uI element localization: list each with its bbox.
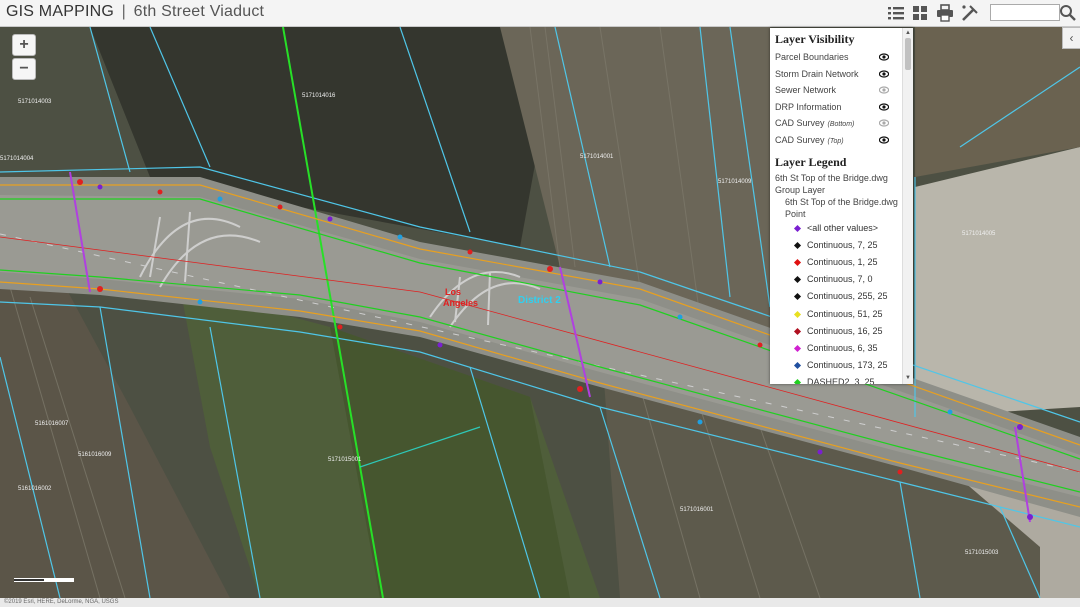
app-title-main: GIS MAPPING (6, 3, 114, 20)
app-title: GIS MAPPING | 6th Street Viaduct (6, 3, 264, 21)
legend-label: Continuous, 255, 25 (807, 291, 888, 302)
layer-row[interactable]: Parcel Boundaries (775, 49, 906, 66)
parcel-label-10: 5171016001 (680, 507, 714, 513)
legend-symbol-icon (793, 224, 802, 232)
zoom-out-button[interactable]: − (12, 58, 36, 80)
layer-panel-content: Layer Visibility Parcel Boundaries Storm … (770, 28, 906, 384)
legend-group-name: 6th St Top of the Bridge.dwg (775, 172, 888, 183)
layer-note: (Bottom) (827, 121, 855, 129)
title-separator: | (121, 3, 127, 20)
legend-item: Continuous, 16, 25 (775, 323, 906, 340)
measure-tool-icon[interactable] (960, 3, 980, 23)
scale-bar (14, 578, 74, 582)
layer-label: CAD Survey (775, 118, 825, 129)
legend-symbol-icon (793, 276, 802, 284)
legend-symbol-icon (793, 362, 802, 370)
attribution-footer: ©2019 Esri, HERE, DeLorme, NGA, USGS (0, 598, 1080, 607)
legend-symbol-icon (793, 241, 802, 249)
legend-list: <all other values> Continuous, 7, 25 Conti… (775, 220, 906, 384)
layer-panel: Layer Visibility Parcel Boundaries Storm … (770, 28, 913, 384)
legend-layer-name: 6th St Top of the Bridge.dwg Point (785, 196, 898, 219)
parcel-label-8: 5161016009 (78, 452, 112, 458)
legend-symbol-icon (793, 379, 802, 384)
layer-row[interactable]: Storm Drain Network (775, 66, 906, 83)
parcel-label-12: 5171015003 (965, 550, 999, 556)
page-subtitle: 6th Street Viaduct (133, 3, 265, 20)
panel-scrollbar[interactable]: ▲ ▼ (902, 28, 913, 384)
aerial-map[interactable]: Los Angeles District 2 5171014003 517101… (0, 27, 1080, 598)
legend-symbol-icon (793, 258, 802, 266)
parcel-label-5: 5171014009 (718, 179, 752, 185)
map-label-district: District 2 (518, 295, 561, 306)
legend-group-type: Group Layer (775, 184, 826, 195)
legend-symbol-icon (793, 344, 802, 352)
panel-collapse-button[interactable]: ‹ (1062, 27, 1080, 49)
map-label-los: Los (445, 287, 461, 297)
scroll-down-icon[interactable]: ▼ (904, 374, 912, 382)
parcel-label-2: 5171014004 (0, 156, 34, 162)
layer-visibility-heading: Layer Visibility (775, 32, 855, 46)
scroll-thumb[interactable] (905, 38, 911, 70)
layer-legend-heading: Layer Legend (775, 154, 847, 169)
legend-item: Continuous, 51, 25 (775, 306, 906, 323)
map-view[interactable]: Los Angeles District 2 5171014003 517101… (0, 27, 1080, 598)
parcel-label-1: 5171014003 (18, 99, 52, 105)
layer-note: (Top) (827, 137, 844, 145)
search-input[interactable] (990, 4, 1060, 21)
search-icon[interactable] (1058, 3, 1078, 23)
legend-item: Continuous, 7, 25 (775, 237, 906, 254)
layer-row[interactable]: CAD Survey (Bottom) (775, 115, 906, 132)
warehouse-roof-right (915, 147, 1080, 417)
layer-label: Sewer Network (775, 85, 837, 96)
top-bar: GIS MAPPING | 6th Street Viaduct (0, 0, 1080, 27)
zoom-in-button[interactable]: + (12, 34, 36, 56)
legend-label: DASHED2, 3, 25 (807, 377, 875, 384)
legend-item: Continuous, 173, 25 (775, 357, 906, 374)
legend-symbol-icon (793, 310, 802, 318)
scroll-up-icon[interactable]: ▲ (904, 29, 912, 37)
parcel-label-9: 5171015001 (328, 457, 362, 463)
legend-item: <all other values> (775, 220, 906, 237)
eye-visible-icon[interactable] (879, 69, 889, 78)
layer-row[interactable]: Sewer Network (775, 82, 906, 99)
legend-label: <all other values> (807, 222, 879, 233)
parcel-label-3: 5171014016 (302, 93, 336, 99)
layer-list: Parcel Boundaries Storm Drain Network Sewe… (775, 49, 906, 149)
eye-hidden-icon[interactable] (879, 119, 889, 127)
layer-row[interactable]: DRP Information (775, 99, 906, 116)
print-icon[interactable] (935, 3, 955, 23)
legend-item: Continuous, 7, 0 (775, 271, 906, 288)
legend-symbol-icon (793, 327, 802, 335)
legend-item: DASHED2, 3, 25 (775, 374, 906, 384)
layer-label: DRP Information (775, 101, 842, 112)
legend-symbol-icon (793, 293, 802, 301)
layer-label: Parcel Boundaries (775, 52, 849, 62)
eye-hidden-icon[interactable] (879, 86, 889, 94)
legend-label: Continuous, 51, 25 (807, 308, 883, 319)
layer-label: CAD Survey (775, 134, 825, 145)
eye-visible-icon[interactable] (879, 136, 889, 144)
legend-item: Continuous, 1, 25 (775, 254, 906, 271)
grid-icon[interactable] (910, 3, 930, 23)
legend-label: Continuous, 16, 25 (807, 325, 883, 336)
parcel-label-6: 5171014005 (962, 231, 996, 237)
legend-label: Continuous, 6, 35 (807, 342, 878, 353)
parcel-label-11: 5161016002 (18, 486, 52, 492)
parcel-label-7: 5161016007 (35, 421, 69, 427)
list-icon[interactable] (886, 3, 906, 23)
map-label-angeles: Angeles (443, 298, 478, 308)
legend-label: Continuous, 7, 25 (807, 239, 878, 250)
legend-item: Continuous, 6, 35 (775, 340, 906, 357)
legend-label: Continuous, 7, 0 (807, 274, 873, 285)
legend-label: Continuous, 173, 25 (807, 360, 888, 371)
eye-visible-icon[interactable] (879, 103, 889, 111)
layer-label: Storm Drain Network (775, 68, 859, 79)
legend-label: Continuous, 1, 25 (807, 256, 878, 267)
legend-item: Continuous, 255, 25 (775, 288, 906, 305)
parcel-label-4: 5171014001 (580, 154, 614, 160)
layer-row[interactable]: CAD Survey (Top) (775, 132, 906, 149)
eye-visible-icon[interactable] (879, 53, 889, 61)
